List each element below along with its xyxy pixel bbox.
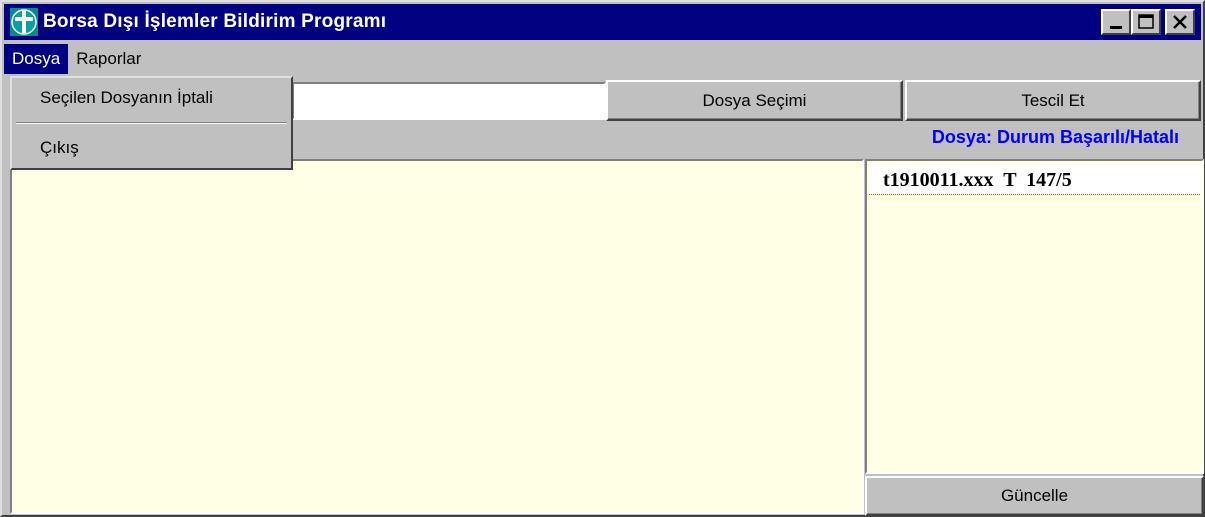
window-title: Borsa Dışı İşlemler Bildirim Programı [43, 11, 387, 32]
menu-raporlar[interactable]: Raporlar [68, 44, 149, 74]
list-item[interactable]: t1910011.xxx T 147/5 [869, 165, 1200, 195]
dosya-dropdown-menu: Seçilen Dosyanın İptali Çıkış [10, 76, 293, 170]
register-button[interactable]: Tescil Et [905, 80, 1201, 121]
maximize-icon [1138, 14, 1154, 29]
menu-dosya[interactable]: Dosya [4, 44, 69, 74]
minimize-icon [1110, 26, 1122, 29]
minimize-button[interactable] [1101, 9, 1131, 35]
menu-item-exit[interactable]: Çıkış [12, 128, 291, 168]
update-button[interactable]: Güncelle [865, 476, 1204, 516]
app-cross-icon [10, 8, 38, 36]
select-file-button[interactable]: Dosya Seçimi [606, 80, 903, 121]
file-list[interactable]: t1910011.xxx T 147/5 [865, 159, 1204, 474]
menu-separator [16, 122, 287, 124]
main-content-pane[interactable] [10, 159, 864, 514]
title-bar[interactable]: Borsa Dışı İşlemler Bildirim Programı [4, 4, 1201, 40]
maximize-button[interactable] [1131, 9, 1161, 35]
close-icon [1173, 15, 1187, 29]
window-controls [1101, 9, 1195, 35]
menu-item-cancel-selected[interactable]: Seçilen Dosyanın İptali [12, 78, 291, 118]
app-window: Borsa Dışı İşlemler Bildirim Programı Do… [0, 0, 1205, 517]
file-path-input[interactable] [292, 82, 606, 120]
menu-bar: Dosya Raporlar [4, 42, 1201, 76]
close-button[interactable] [1165, 9, 1195, 35]
status-header: Dosya: Durum Başarılı/Hatalı [931, 127, 1179, 147]
